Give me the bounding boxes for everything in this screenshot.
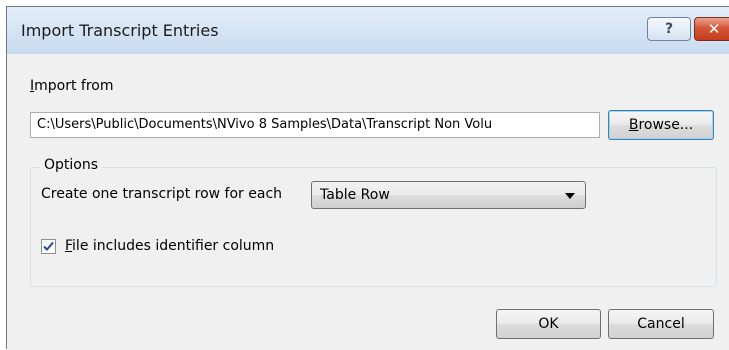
import-transcript-dialog: Import Transcript Entries ? ✕ Import fro… [6,6,729,350]
browse-label: rowse... [638,117,694,133]
identifier-column-checkbox[interactable] [41,239,56,254]
dropdown-selected-value: Table Row [320,187,390,203]
chevron-down-icon [565,193,575,199]
identifier-access-key: F [65,238,73,254]
close-button[interactable]: ✕ [694,17,729,41]
transcript-row-label: Create one transcript row for each [41,186,283,202]
close-icon: ✕ [707,20,721,38]
question-mark-icon: ? [664,21,674,37]
title-bar[interactable]: Import Transcript Entries ? ✕ [7,7,729,54]
checkmark-icon [43,241,54,251]
cancel-button[interactable]: Cancel [608,309,714,339]
import-path-field[interactable]: C:\Users\Public\Documents\NVivo 8 Sample… [30,112,600,138]
dialog-title: Import Transcript Entries [21,21,219,40]
identifier-column-label[interactable]: File includes identifier column [65,238,274,254]
browse-button[interactable]: Browse... [608,110,714,140]
identifier-label-text: ile includes identifier column [72,238,275,254]
browse-access-key: B [628,117,639,133]
import-from-label-text: mport from [34,78,114,94]
ok-button[interactable]: OK [496,309,601,339]
options-group-title: Options [40,157,103,173]
import-from-label: Import from [30,78,114,94]
dialog-body: Import from C:\Users\Public\Documents\NV… [7,54,729,350]
help-button[interactable]: ? [647,17,691,41]
transcript-row-dropdown[interactable]: Table Row [311,181,586,209]
